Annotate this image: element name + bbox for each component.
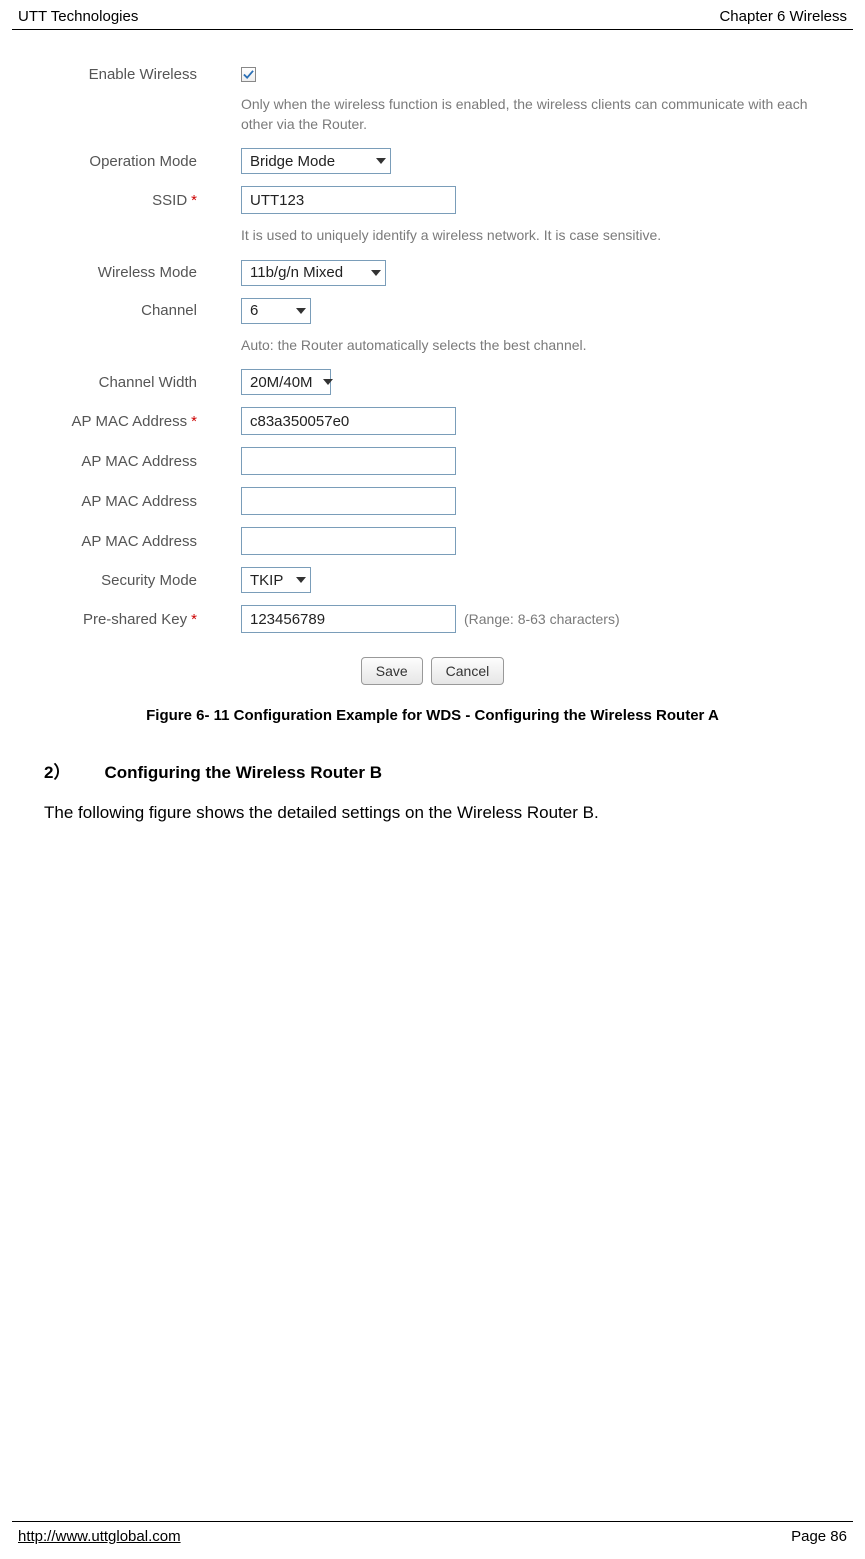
- security-mode-label: Security Mode: [40, 572, 205, 589]
- row-ap-mac-4: AP MAC Address: [40, 527, 825, 555]
- chevron-down-icon: [376, 158, 386, 164]
- required-asterisk-icon: *: [191, 192, 197, 209]
- row-enable-help: Only when the wireless function is enabl…: [40, 95, 825, 134]
- checkmark-icon: [243, 69, 254, 80]
- channel-width-value: 20M/40M: [250, 374, 313, 391]
- row-channel-help: Auto: the Router automatically selects t…: [40, 336, 825, 356]
- footer-link[interactable]: http://www.uttglobal.com: [18, 1528, 181, 1545]
- chevron-down-icon: [323, 379, 333, 385]
- cancel-button[interactable]: Cancel: [431, 657, 505, 685]
- section-body: The following figure shows the detailed …: [40, 803, 825, 823]
- channel-value: 6: [250, 302, 258, 319]
- operation-mode-label: Operation Mode: [40, 153, 205, 170]
- header-left: UTT Technologies: [18, 8, 138, 25]
- enable-wireless-help: Only when the wireless function is enabl…: [205, 95, 825, 134]
- row-enable-wireless: Enable Wireless: [40, 66, 825, 83]
- enable-wireless-label: Enable Wireless: [40, 66, 205, 83]
- enable-wireless-checkbox[interactable]: [241, 67, 256, 82]
- psk-input[interactable]: [241, 605, 456, 633]
- ssid-help: It is used to uniquely identify a wirele…: [205, 226, 661, 246]
- operation-mode-value: Bridge Mode: [250, 153, 335, 170]
- section-heading: 2） Configuring the Wireless Router B: [40, 758, 825, 783]
- figure-caption: Figure 6- 11 Configuration Example for W…: [40, 707, 825, 724]
- row-psk: Pre-shared Key* (Range: 8-63 characters): [40, 605, 825, 633]
- save-button[interactable]: Save: [361, 657, 423, 685]
- chevron-down-icon: [296, 308, 306, 314]
- security-mode-select[interactable]: TKIP: [241, 567, 311, 593]
- channel-width-select[interactable]: 20M/40M: [241, 369, 331, 395]
- channel-label: Channel: [40, 302, 205, 319]
- footer-divider: [12, 1521, 853, 1522]
- row-ap-mac-1: AP MAC Address*: [40, 407, 825, 435]
- chevron-down-icon: [371, 270, 381, 276]
- wireless-mode-label: Wireless Mode: [40, 264, 205, 281]
- wireless-mode-value: 11b/g/n Mixed: [250, 264, 343, 281]
- ap-mac-4-label: AP MAC Address: [40, 533, 205, 550]
- ap-mac-1-input[interactable]: [241, 407, 456, 435]
- required-asterisk-icon: *: [191, 611, 197, 628]
- channel-width-label: Channel Width: [40, 374, 205, 391]
- ap-mac-2-input[interactable]: [241, 447, 456, 475]
- footer-page: Page 86: [791, 1528, 847, 1545]
- row-ssid: SSID*: [40, 186, 825, 214]
- row-security-mode: Security Mode TKIP: [40, 567, 825, 593]
- row-wireless-mode: Wireless Mode 11b/g/n Mixed: [40, 260, 825, 286]
- ap-mac-3-input[interactable]: [241, 487, 456, 515]
- ap-mac-4-input[interactable]: [241, 527, 456, 555]
- psk-range: (Range: 8-63 characters): [464, 611, 620, 627]
- header-right: Chapter 6 Wireless: [719, 8, 847, 25]
- row-ap-mac-3: AP MAC Address: [40, 487, 825, 515]
- ssid-label: SSID*: [40, 192, 205, 209]
- page-header: UTT Technologies Chapter 6 Wireless: [0, 0, 865, 29]
- required-asterisk-icon: *: [191, 413, 197, 430]
- security-mode-value: TKIP: [250, 572, 283, 589]
- button-row: Save Cancel: [40, 657, 825, 685]
- page-content: Enable Wireless Only when the wireless f…: [0, 30, 865, 823]
- row-ssid-help: It is used to uniquely identify a wirele…: [40, 226, 825, 246]
- psk-label: Pre-shared Key*: [40, 611, 205, 628]
- page-footer: http://www.uttglobal.com Page 86: [0, 1521, 865, 1545]
- channel-help: Auto: the Router automatically selects t…: [205, 336, 587, 356]
- chevron-down-icon: [296, 577, 306, 583]
- ssid-input[interactable]: [241, 186, 456, 214]
- row-operation-mode: Operation Mode Bridge Mode: [40, 148, 825, 174]
- ap-mac-2-label: AP MAC Address: [40, 453, 205, 470]
- operation-mode-select[interactable]: Bridge Mode: [241, 148, 391, 174]
- row-channel-width: Channel Width 20M/40M: [40, 369, 825, 395]
- config-form: Enable Wireless Only when the wireless f…: [40, 54, 825, 685]
- ap-mac-1-label: AP MAC Address*: [40, 413, 205, 430]
- wireless-mode-select[interactable]: 11b/g/n Mixed: [241, 260, 386, 286]
- row-channel: Channel 6: [40, 298, 825, 324]
- ap-mac-3-label: AP MAC Address: [40, 493, 205, 510]
- channel-select[interactable]: 6: [241, 298, 311, 324]
- row-ap-mac-2: AP MAC Address: [40, 447, 825, 475]
